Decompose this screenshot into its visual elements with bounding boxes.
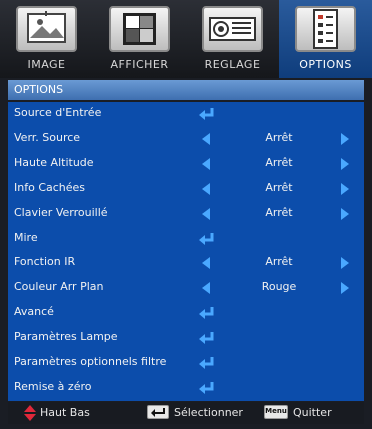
tab-afficher[interactable]: AFFICHER <box>93 0 186 78</box>
tab-options[interactable]: OPTIONS <box>279 0 372 78</box>
menu-row-label: Clavier Verrouillé <box>14 205 108 219</box>
menu-row[interactable]: Source d'Entrée <box>8 102 364 125</box>
menu-key-icon: Menu <box>264 405 288 419</box>
menu-row-value: Arrêt <box>265 155 293 169</box>
enter-arrow-icon[interactable] <box>198 232 216 246</box>
menu-row-label: Haute Altitude <box>14 155 94 169</box>
menu-row[interactable]: Mire <box>8 227 364 250</box>
menu-row-label: Paramètres optionnels filtre <box>14 355 167 368</box>
menu-row[interactable]: Verr. Source Arrêt <box>8 127 364 150</box>
menu-row-value: Rouge <box>261 280 297 294</box>
menu-row-value: Arrêt <box>265 180 293 194</box>
options-menu-list: Source d'Entrée Verr. Source Arrêt Haute Al… <box>8 102 364 401</box>
menu-row-label: Remise à zéro <box>14 379 92 393</box>
enter-key-icon <box>147 405 169 419</box>
section-header: OPTIONS <box>8 80 364 100</box>
menu-row[interactable]: Remise à zéro <box>8 376 364 399</box>
left-arrow-icon[interactable] <box>202 182 210 195</box>
footer-help: Haut Bas Sélectionner Menu Quitter <box>8 402 364 424</box>
enter-arrow-icon[interactable] <box>198 107 216 121</box>
right-arrow-icon[interactable] <box>341 132 349 145</box>
menu-row[interactable]: Avancé <box>8 301 364 324</box>
right-arrow-icon[interactable] <box>341 282 349 295</box>
tab-reglage[interactable]: REGLAGE <box>186 0 279 78</box>
menu-row[interactable]: Clavier Verrouillé Arrêt <box>8 202 364 225</box>
enter-arrow-icon[interactable] <box>198 356 216 370</box>
footer-quit-label: Quitter <box>293 406 332 419</box>
menu-row[interactable]: Paramètres Lampe <box>8 326 364 349</box>
menu-row-value: Arrêt <box>265 130 293 144</box>
options-icon <box>295 6 356 52</box>
left-arrow-icon[interactable] <box>202 207 210 220</box>
right-arrow-icon[interactable] <box>341 157 349 170</box>
display-icon <box>109 6 170 52</box>
right-arrow-icon[interactable] <box>341 182 349 195</box>
menu-row[interactable]: Fonction IR Arrêt <box>8 251 364 274</box>
menu-row-label: Couleur Arr Plan <box>14 280 104 294</box>
left-arrow-icon[interactable] <box>202 282 210 295</box>
menu-row-label: Mire <box>14 230 38 244</box>
projector-icon <box>202 6 263 52</box>
enter-arrow-icon[interactable] <box>198 306 216 320</box>
menu-row-label: Info Cachées <box>14 180 86 194</box>
menu-row-value: Arrêt <box>265 255 293 269</box>
section-title: OPTIONS <box>14 83 64 96</box>
image-icon <box>16 6 77 52</box>
up-down-icon <box>24 405 36 421</box>
menu-row[interactable]: Haute Altitude Arrêt <box>8 152 364 175</box>
right-arrow-icon[interactable] <box>341 207 349 220</box>
menu-row-label: Fonction IR <box>14 255 76 269</box>
enter-arrow-icon[interactable] <box>198 381 216 395</box>
menu-row[interactable]: Paramètres optionnels filtre <box>8 351 364 374</box>
enter-arrow-icon[interactable] <box>198 331 216 345</box>
menu-row[interactable]: Couleur Arr Plan Rouge <box>8 276 364 299</box>
menu-row-label: Verr. Source <box>14 130 81 144</box>
menu-row-label: Avancé <box>14 305 54 319</box>
tab-bar: IMAGE AFFICHER REGLAGE OPTIONS <box>0 0 372 78</box>
tab-image[interactable]: IMAGE <box>0 0 93 78</box>
menu-row-label: Paramètres Lampe <box>14 330 118 344</box>
footer-select-label: Sélectionner <box>174 406 243 419</box>
menu-row-value: Arrêt <box>265 205 293 219</box>
left-arrow-icon[interactable] <box>202 257 210 270</box>
left-arrow-icon[interactable] <box>202 132 210 145</box>
osd-menu: IMAGE AFFICHER REGLAGE OPTIONS OPTIONS S… <box>0 0 372 429</box>
footer-navigate-label: Haut Bas <box>40 406 90 419</box>
menu-row-label: Source d'Entrée <box>14 106 102 119</box>
menu-row[interactable]: Info Cachées Arrêt <box>8 177 364 200</box>
right-arrow-icon[interactable] <box>341 257 349 270</box>
left-arrow-icon[interactable] <box>202 157 210 170</box>
